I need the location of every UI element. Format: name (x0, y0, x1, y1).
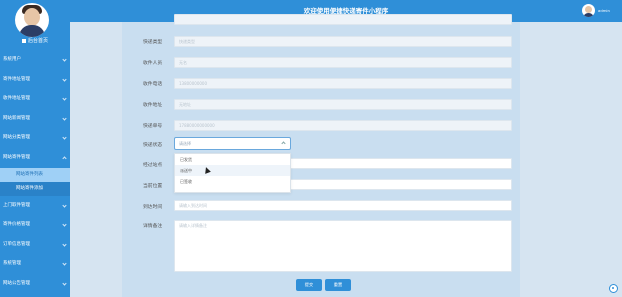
chevron-down-icon (62, 135, 67, 140)
label-recipient: 收件人员 (143, 61, 163, 66)
sidebar-subitem-shipment-list[interactable]: 网站寄件列表 (0, 167, 70, 182)
chevron-down-icon (62, 76, 67, 82)
chevron-down-icon (62, 57, 67, 62)
sidebar-item-announcements[interactable]: 网站公告管理 (0, 274, 70, 294)
remark-textarea[interactable]: 请输入详情备注 (174, 220, 512, 272)
sidebar: 后台首页 系统用户 寄件地址管理 收件地址管理 网站新闻管理 网站分类管理 网站… (0, 0, 70, 297)
sidebar-subitem-shipment-add[interactable]: 网站寄件添加 (0, 181, 70, 196)
sidebar-item-system-users[interactable]: 系统用户 (0, 50, 70, 70)
arrive-time-field[interactable]: 请输入到达时间 (174, 200, 512, 211)
sidebar-home-link[interactable]: 后台首页 (0, 36, 70, 46)
home-label: 后台首页 (27, 38, 48, 44)
sidebar-item-shipments[interactable]: 网站寄件管理 (0, 148, 70, 168)
chevron-down-icon (62, 261, 67, 266)
submit-button[interactable]: 提交 (296, 279, 322, 291)
chevron-up-icon (281, 141, 286, 146)
chevron-down-icon (62, 281, 67, 286)
sidebar-item-pricing[interactable]: 寄件价格管理 (0, 215, 70, 235)
label-address: 收件地址 (143, 103, 163, 108)
help-icon[interactable] (609, 284, 618, 293)
top-field[interactable] (174, 14, 512, 25)
recipient-field[interactable]: 无名 (174, 57, 512, 68)
label-location: 当前位置 (143, 184, 163, 189)
tracking-number-field[interactable]: 17880000000000 (174, 120, 512, 131)
chevron-down-icon (62, 222, 67, 227)
sidebar-menu: 系统用户 寄件地址管理 收件地址管理 网站新闻管理 网站分类管理 网站寄件管理 … (0, 50, 70, 294)
status-option[interactable]: 已签收 (175, 176, 290, 187)
reset-button[interactable]: 重置 (325, 279, 351, 291)
sidebar-item-system[interactable]: 系统管理 (0, 254, 70, 274)
label-arrive-time: 到达时间 (143, 205, 163, 210)
chevron-up-icon (62, 156, 67, 161)
status-select[interactable]: 请选择 (174, 137, 291, 150)
label-tracking-number: 快递单号 (143, 124, 163, 129)
home-icon (21, 38, 26, 43)
status-select-value: 请选择 (179, 141, 191, 146)
sidebar-item-news[interactable]: 网站新闻管理 (0, 109, 70, 129)
user-name[interactable]: admin (598, 0, 610, 22)
sidebar-item-orders[interactable]: 订单信息管理 (0, 235, 70, 255)
admin-avatar (15, 3, 49, 37)
status-option[interactable]: 派送中 (175, 165, 290, 176)
express-type-field[interactable]: 快递类型 (174, 36, 512, 47)
phone-field[interactable]: 13800000000 (174, 78, 512, 89)
address-field[interactable]: 无地址 (174, 99, 512, 110)
status-option[interactable]: 已发货 (175, 154, 290, 165)
label-status: 快递状态 (143, 143, 163, 148)
chevron-down-icon (62, 202, 67, 208)
label-station: 经过站点 (143, 163, 163, 168)
chevron-down-icon (62, 242, 67, 247)
user-avatar[interactable] (582, 4, 595, 17)
status-dropdown: 已发货 派送中 已签收 (174, 153, 291, 193)
chevron-down-icon (62, 96, 67, 101)
sidebar-item-receiver-address[interactable]: 收件地址管理 (0, 89, 70, 109)
sidebar-item-sender-address[interactable]: 寄件地址管理 (0, 70, 70, 90)
sidebar-item-category[interactable]: 网站分类管理 (0, 128, 70, 148)
label-remark: 详情备注 (143, 224, 163, 229)
label-express-type: 快递类型 (143, 40, 163, 45)
sidebar-item-pickup[interactable]: 上门取件管理 (0, 196, 70, 216)
chevron-down-icon (62, 116, 67, 121)
label-phone: 收件电话 (143, 82, 163, 87)
